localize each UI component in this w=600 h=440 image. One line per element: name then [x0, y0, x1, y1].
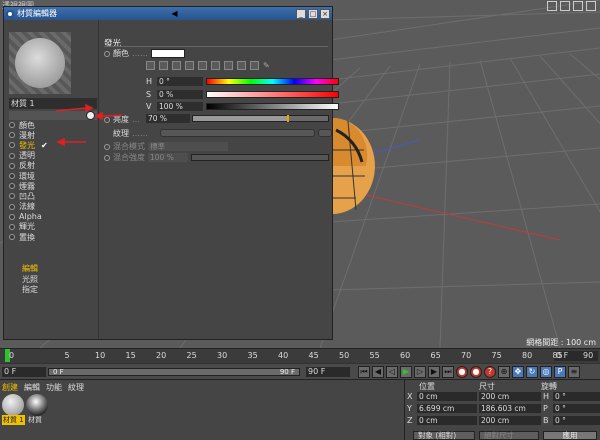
- move-view-icon[interactable]: [547, 1, 557, 11]
- timeline-tick-label: 30: [217, 351, 228, 360]
- timeline-tick-label: 45: [308, 351, 319, 360]
- grid-spacing-label: 網格間距 : 100 cm: [526, 338, 596, 347]
- playback-bar: 0 F 0 F 90 F 90 F ⏮ ◀ ◁ ▶ ▷ ▶ ⏭ ● ● ? ⊕ …: [0, 363, 600, 379]
- material-manager-menu-item[interactable]: 創建: [2, 382, 18, 393]
- axis-label: X: [407, 392, 413, 401]
- key-selection-icon[interactable]: ?: [484, 366, 496, 378]
- timeline-tick-label: 10: [95, 351, 106, 360]
- coordinate-mode-select[interactable]: 對象 (相對): [413, 431, 475, 440]
- coordinate-row: Z 0 cm 200 cm B 0 °: [407, 416, 600, 425]
- timeline-tick-label: 20: [156, 351, 167, 360]
- material-manager-menu-item[interactable]: 編輯: [24, 382, 40, 393]
- coordinates-panel: 位置 尺寸 旋轉 X0 cm 200 cm H 0 ° Y 6.699 cm 186.603…: [404, 380, 600, 440]
- timeline-tick-label: 35: [247, 351, 258, 360]
- start-frame-field[interactable]: 0 F: [2, 367, 46, 377]
- timeline-tick-label: 50: [339, 351, 350, 360]
- autokey-icon[interactable]: ●: [470, 366, 482, 378]
- material-thumb-2[interactable]: [26, 394, 48, 416]
- position-header: 位置: [419, 382, 435, 391]
- timeline-tick-label: 60: [400, 351, 411, 360]
- coordinate-row: X 0 cm 200 cm H 0 °: [407, 392, 600, 401]
- timeline-menu-icon[interactable]: ≡: [568, 366, 580, 378]
- prev-frame-icon[interactable]: ◁: [386, 366, 398, 378]
- size-field[interactable]: 200 cm: [479, 392, 541, 401]
- record-icon[interactable]: ●: [456, 366, 468, 378]
- prev-key-icon[interactable]: ◀: [372, 366, 384, 378]
- material-thumb-label-2: 材質: [28, 416, 42, 424]
- material-editor-window: 材質編輯器 ◀ _ □ × 材質 1 顏色 漫射 發光 ✔ 透明 反射 環境 煙霧 凹凸 法線 Al…: [3, 6, 339, 340]
- viewport-nav-icons: [547, 1, 596, 11]
- go-end-icon[interactable]: ⏭: [442, 366, 454, 378]
- keyframe-mode-icon[interactable]: ⊕: [498, 366, 510, 378]
- range-start-label: 0 F: [53, 368, 64, 376]
- size-field[interactable]: 186.603 cm: [479, 404, 541, 413]
- scale-key-icon[interactable]: ◎: [540, 366, 552, 378]
- timeline-tick-label: 25: [186, 351, 197, 360]
- bottom-panels: 創建 編輯 功能 紋理 材質 1 材質 位置 尺寸 旋轉 X0 cm 200 cm H 0 …: [0, 379, 600, 440]
- material-manager-menu-item[interactable]: 功能: [46, 382, 62, 393]
- rotation-axis-label: P: [543, 404, 548, 413]
- size-field[interactable]: 200 cm: [479, 416, 541, 425]
- rotate-view-icon[interactable]: [560, 1, 570, 11]
- next-frame-icon[interactable]: ▷: [414, 366, 426, 378]
- material-thumb-label-1: 材質 1: [2, 415, 25, 425]
- maximize-view-icon[interactable]: [586, 1, 596, 11]
- annotation-arrows: [55, 103, 123, 147]
- end-frame-field[interactable]: 90 F: [306, 367, 350, 377]
- size-mode-select[interactable]: 絕對尺寸: [479, 431, 539, 440]
- app-root: 透視視圖 網格間距 : 100 cm 材質編輯器 ◀ _ □ × 材質 1: [0, 0, 600, 440]
- timeline-tick-label: 40: [278, 351, 289, 360]
- timeline-tick-label: 70: [461, 351, 472, 360]
- play-icon[interactable]: ▶: [400, 366, 412, 378]
- timeline-tick-label: 65: [430, 351, 441, 360]
- rotation-header: 旋轉: [541, 382, 557, 391]
- playback-controls: ⏮ ◀ ◁ ▶ ▷ ▶ ⏭ ● ● ? ⊕ ✥ ↻ ◎ P ≡: [358, 366, 580, 378]
- material-manager-menu-item[interactable]: 紋理: [68, 382, 84, 393]
- position-field[interactable]: 6.699 cm: [417, 404, 477, 413]
- rotation-field[interactable]: 0 °: [553, 416, 600, 425]
- timeline-tick-label: 75: [491, 351, 502, 360]
- zoom-view-icon[interactable]: [573, 1, 583, 11]
- rotation-key-icon[interactable]: ↻: [526, 366, 538, 378]
- apply-button[interactable]: 應用: [543, 431, 597, 440]
- range-end-label: 90 F: [279, 368, 295, 376]
- position-field[interactable]: 0 cm: [417, 392, 477, 401]
- timeline-ruler[interactable]: 0 F 0 5 10 15 20 25 30 35 40 45 50 55 60 65 70 75 80 85 90: [0, 348, 600, 363]
- material-thumb-1[interactable]: [2, 394, 24, 416]
- sphere-object: [332, 117, 375, 214]
- timeline-tick-label: 15: [125, 351, 136, 360]
- timeline-tick-label: 5: [64, 351, 70, 360]
- axis-label: Y: [407, 404, 412, 413]
- rotation-field[interactable]: 0 °: [553, 392, 600, 401]
- rotation-field[interactable]: 0 °: [553, 404, 600, 413]
- frame-range-slider[interactable]: 0 F 90 F: [48, 368, 300, 376]
- next-key-icon[interactable]: ▶: [428, 366, 440, 378]
- material-manager-menu: 創建 編輯 功能 紋理: [2, 382, 84, 393]
- go-start-icon[interactable]: ⏮: [358, 366, 370, 378]
- axis-label: Z: [407, 416, 413, 425]
- rotation-axis-label: H: [543, 392, 550, 401]
- timeline-tick-label: 80: [522, 351, 533, 360]
- param-key-icon[interactable]: P: [554, 366, 566, 378]
- rotation-axis-label: B: [543, 416, 549, 425]
- timeline-tick-label: 85: [552, 351, 563, 360]
- coordinate-row: Y 6.699 cm 186.603 cm P 0 °: [407, 404, 600, 413]
- position-key-icon[interactable]: ✥: [512, 366, 524, 378]
- timeline-tick-label: 0: [9, 351, 15, 360]
- size-header: 尺寸: [479, 382, 495, 391]
- timeline-tick-label: 90: [583, 351, 594, 360]
- position-field[interactable]: 0 cm: [417, 416, 477, 425]
- timeline-tick-label: 55: [369, 351, 380, 360]
